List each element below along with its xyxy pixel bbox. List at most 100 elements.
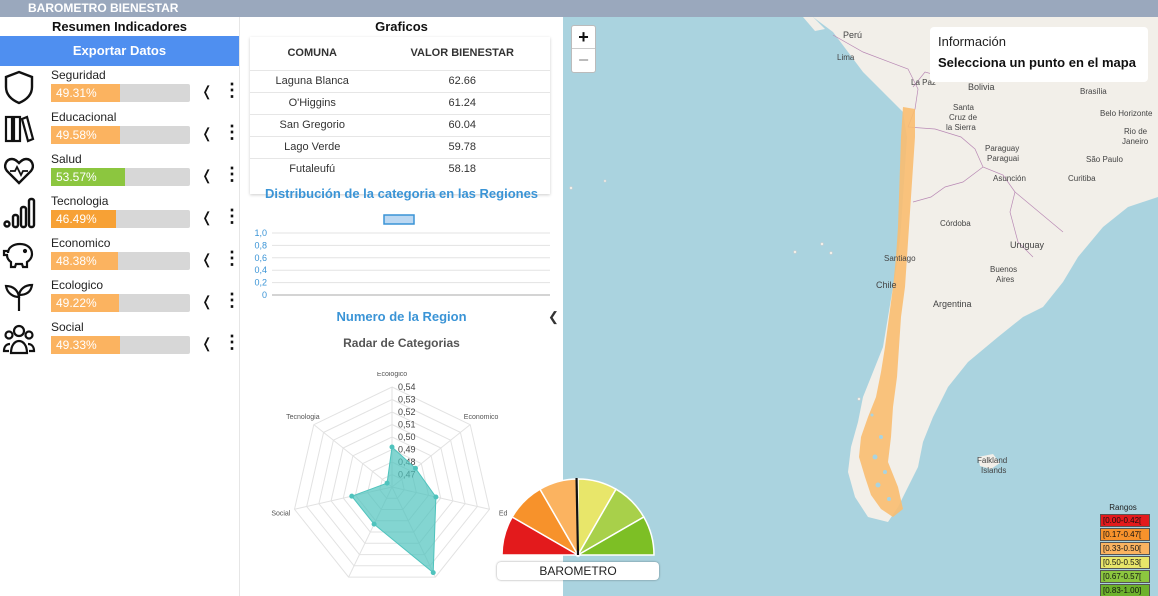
indicator-salud: Salud 53.57% ❬ ⋮ <box>0 152 241 194</box>
info-text: Selecciona un punto en el mapa <box>938 55 1136 70</box>
map-label: São Paulo <box>1086 155 1123 164</box>
indicator-progress-bar: 53.57% <box>51 168 190 186</box>
map-label: Santa <box>953 103 974 112</box>
collapse-panel-icon[interactable]: ❮ <box>548 309 559 325</box>
indicator-name: Tecnologia <box>51 194 109 208</box>
app: BAROMETRO BIENESTAR Resumen Indicadores … <box>0 0 1158 596</box>
indicators-panel: Resumen Indicadores Exportar Datos Segur… <box>0 17 241 596</box>
chevron-left-icon[interactable]: ❬ <box>201 125 213 142</box>
map-label: Chile <box>876 280 897 290</box>
map-label: Santiago <box>884 254 916 263</box>
indicator-progress-bar: 49.33% <box>51 336 190 354</box>
table-row[interactable]: Lago Verde 59.78 <box>250 135 550 158</box>
table-cell: 61.24 <box>374 91 550 114</box>
indicator-progress-bar: 46.49% <box>51 210 190 228</box>
radar-axis-label: Tecnologia <box>286 414 320 421</box>
zoom-control: + − <box>571 25 596 73</box>
legend-item: [0.00-0.42[ <box>1100 514 1150 527</box>
indicator-social: Social 49.33% ❬ ⋮ <box>0 320 241 362</box>
indicator-seguridad: Seguridad 49.31% ❬ ⋮ <box>0 68 241 110</box>
legend-item: [0.33-0.50[ <box>1100 542 1150 555</box>
indicators-header: Resumen Indicadores <box>51 19 188 34</box>
table-cell: Laguna Blanca <box>250 69 375 92</box>
chevron-left-icon[interactable]: ❬ <box>201 251 213 268</box>
map-label: Curitiba <box>1068 174 1096 183</box>
more-vertical-icon[interactable]: ⋮ <box>223 291 241 309</box>
map-label: Buenos <box>990 265 1018 274</box>
radar-point <box>384 480 390 486</box>
barometer-label: BAROMETRO <box>497 562 659 580</box>
charts-header: Graficos <box>375 19 428 34</box>
map-label: Brasília <box>1080 87 1107 96</box>
shield-icon <box>4 70 34 105</box>
radar-point <box>412 465 418 471</box>
sprout-icon <box>4 283 34 311</box>
radar-point <box>430 570 436 576</box>
y-tick-label: 1,0 <box>254 228 267 238</box>
chevron-left-icon[interactable]: ❬ <box>201 293 213 310</box>
more-vertical-icon[interactable]: ⋮ <box>223 207 241 225</box>
y-tick-label: 0 <box>262 290 267 300</box>
radar-tick-label: 0,49 <box>398 445 416 455</box>
more-vertical-icon[interactable]: ⋮ <box>223 123 241 141</box>
y-tick-label: 0,6 <box>254 253 267 263</box>
indicator-progress-bar: 49.31% <box>51 84 190 102</box>
map-label: Aires <box>996 275 1015 284</box>
indicator-name: Seguridad <box>51 68 106 82</box>
piggy-bank-icon <box>2 242 34 269</box>
indicator-name: Social <box>51 320 84 334</box>
indicator-progress-bar: 49.22% <box>51 294 190 312</box>
map-label: Asunción <box>993 174 1026 183</box>
indicator-tecnologia: Tecnologia 46.49% ❬ ⋮ <box>0 194 241 236</box>
radar-tick-label: 0,54 <box>398 382 416 392</box>
more-vertical-icon[interactable]: ⋮ <box>223 333 241 351</box>
indicator-percent: 46.49% <box>56 212 97 226</box>
radar-tick-label: 0,53 <box>398 395 416 405</box>
zoom-in-button[interactable]: + <box>572 26 595 49</box>
column-header[interactable]: VALOR BIENESTAR <box>374 37 550 70</box>
y-tick-label: 0,8 <box>254 240 267 250</box>
map-label: Lima <box>837 53 855 62</box>
more-vertical-icon[interactable]: ⋮ <box>223 165 241 183</box>
radar-tick-label: 0,51 <box>398 420 416 430</box>
table-row[interactable]: Futaleufú 58.18 <box>250 157 550 180</box>
map-label: Córdoba <box>940 219 971 228</box>
distribution-chart: 0 0,2 0,4 0,6 0,8 1,0 <box>254 214 550 300</box>
radar-tick-label: 0,52 <box>398 407 416 417</box>
chevron-left-icon[interactable]: ❬ <box>201 335 213 352</box>
bar-chart-icon <box>3 197 36 229</box>
more-vertical-icon[interactable]: ⋮ <box>223 81 241 99</box>
map-label: la Sierra <box>946 123 976 132</box>
indicator-percent: 49.31% <box>56 86 97 100</box>
chevron-left-icon[interactable]: ❬ <box>201 83 213 100</box>
more-vertical-icon[interactable]: ⋮ <box>223 249 241 267</box>
map-label: Paraguai <box>987 154 1020 163</box>
indicator-ecologico: Ecologico 49.22% ❬ ⋮ <box>0 278 241 320</box>
map-label: Bolivia <box>968 82 995 92</box>
zoom-out-button[interactable]: − <box>572 49 595 72</box>
table-cell: 60.04 <box>374 113 550 136</box>
map-legend: Rangos [0.00-0.42[ [0.17-0.47[ [0.33-0.5… <box>1100 503 1150 596</box>
table-row[interactable]: O'Higgins 61.24 <box>250 91 550 114</box>
y-tick-label: 0,4 <box>254 265 267 275</box>
map-label: Janeiro <box>1122 137 1149 146</box>
legend-title: Rangos <box>1109 503 1137 512</box>
table-row[interactable]: Laguna Blanca 62.66 <box>250 69 550 92</box>
export-data-button[interactable]: Exportar Datos <box>0 36 239 66</box>
table-cell: 62.66 <box>374 69 550 92</box>
table-row[interactable]: San Gregorio 60.04 <box>250 113 550 136</box>
info-title: Información <box>938 34 1006 49</box>
people-icon <box>2 324 36 355</box>
table-cell: Futaleufú <box>250 157 375 180</box>
chevron-left-icon[interactable]: ❬ <box>201 167 213 184</box>
column-header[interactable]: COMUNA <box>250 37 374 70</box>
radar-axis-label: Ecologico <box>377 372 407 378</box>
map-label: Uruguay <box>1010 240 1045 250</box>
table-cell: Lago Verde <box>250 135 375 158</box>
indicator-name: Salud <box>51 152 82 166</box>
indicator-economico: Economico 48.38% ❬ ⋮ <box>0 236 241 278</box>
gauge-needle <box>575 478 580 556</box>
indicator-name: Ecologico <box>51 278 104 292</box>
legend-item: [0.17-0.47[ <box>1100 528 1150 541</box>
chevron-left-icon[interactable]: ❬ <box>201 209 213 226</box>
